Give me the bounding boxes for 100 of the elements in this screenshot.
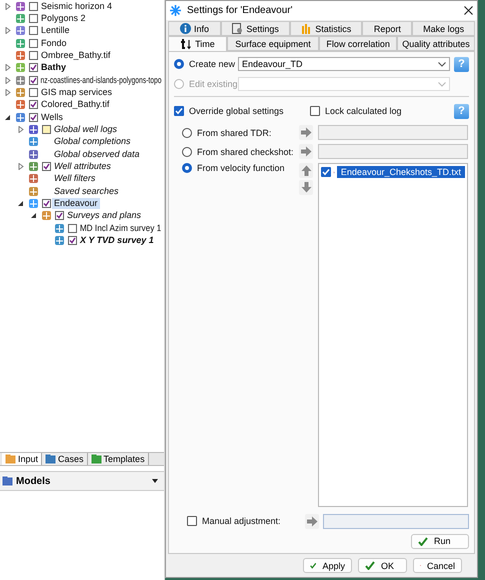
tab[interactable]: Surface equipment	[226, 36, 320, 51]
tree-checkbox[interactable]	[28, 38, 38, 48]
tree-checkbox[interactable]	[28, 88, 38, 97]
chevron-down-icon	[438, 82, 446, 86]
tree-item[interactable]: Lentille	[39, 25, 72, 36]
insert-button[interactable]	[299, 144, 313, 159]
tree-checkbox[interactable]	[28, 76, 38, 85]
run-button[interactable]: Run	[411, 534, 469, 548]
tab[interactable]: Report	[362, 21, 412, 36]
radio-button[interactable]	[182, 128, 192, 138]
tree-item[interactable]: Fondo	[39, 38, 69, 49]
tree-item[interactable]: MD Incl Azim survey 1	[78, 222, 164, 234]
tab[interactable]: Flow correlation	[319, 36, 398, 51]
models-bar[interactable]: Models	[0, 471, 164, 491]
panel-tab[interactable]: Input	[2, 453, 42, 465]
layer-icon	[14, 25, 26, 36]
move-down-button[interactable]	[299, 180, 313, 195]
tab[interactable]: Make logs	[412, 21, 475, 36]
collapsed-arrow-icon[interactable]	[18, 126, 24, 133]
tree-checkbox[interactable]	[28, 14, 38, 23]
tab[interactable]: Settings	[221, 21, 290, 36]
tree-item[interactable]: Global well logs	[52, 124, 120, 135]
layer-icon	[54, 234, 64, 246]
checkbox[interactable]	[310, 106, 320, 116]
tree-item[interactable]: Global observed data	[52, 148, 142, 160]
time-axis-icon	[180, 38, 192, 50]
layer-icon	[28, 148, 38, 160]
dialog-button[interactable]: Cancel	[413, 558, 462, 573]
tree-item[interactable]: Global completions	[52, 136, 133, 148]
radio-button[interactable]	[182, 146, 192, 156]
tree-item[interactable]: Bathy	[39, 62, 68, 74]
insert-button[interactable]	[299, 125, 313, 140]
tree-checkbox[interactable]	[42, 124, 50, 134]
dialog-button[interactable]: OK	[358, 558, 407, 573]
tree-checkbox[interactable]	[42, 162, 50, 171]
arrow-right-icon	[306, 516, 318, 526]
tree-checkbox[interactable]	[28, 2, 38, 11]
panel-tab[interactable]: Cases	[42, 453, 88, 465]
expanded-arrow-icon[interactable]	[18, 200, 24, 207]
tree-item[interactable]: Saved searches	[52, 186, 121, 197]
layer-icon	[28, 124, 38, 135]
source-field[interactable]	[318, 125, 468, 140]
tab[interactable]: Info	[168, 21, 222, 36]
tree-checkbox[interactable]	[28, 63, 38, 72]
arrow-down-icon	[300, 182, 312, 193]
collapsed-arrow-icon[interactable]	[5, 64, 11, 72]
layer-icon	[14, 38, 26, 49]
tree-checkbox[interactable]	[68, 224, 76, 233]
radio-button[interactable]	[182, 163, 192, 173]
insert-button[interactable]	[305, 514, 319, 528]
tree-item[interactable]: nz-coastlines-and-islands-polygons-topo	[39, 74, 164, 86]
gear-icon	[232, 23, 244, 34]
bar-chart-icon	[301, 23, 312, 34]
tree-checkbox[interactable]	[68, 236, 76, 245]
tree-item[interactable]: Wells	[39, 112, 65, 123]
expanded-arrow-icon[interactable]	[5, 114, 11, 121]
collapsed-arrow-icon[interactable]	[18, 162, 24, 170]
tab[interactable]: Time	[168, 36, 227, 51]
list-checkbox[interactable]	[321, 167, 331, 177]
layer-icon	[14, 112, 26, 123]
tree-item[interactable]: Polygons 2	[39, 12, 88, 24]
adjustment-field[interactable]	[323, 514, 469, 528]
arrow-up-icon	[300, 165, 312, 176]
tree-item[interactable]: Colored_Bathy.tif	[39, 99, 112, 110]
dialog-button[interactable]: Apply	[303, 558, 352, 573]
tree-checkbox[interactable]	[28, 112, 38, 122]
checkbox[interactable]	[187, 516, 197, 526]
tree-item[interactable]: X Y TVD survey 1	[78, 234, 156, 246]
name-dropdown[interactable]: Endeavour_TD	[238, 57, 450, 71]
dialog-title: Settings for 'Endeavour'	[187, 5, 294, 16]
tree-item[interactable]: Well attributes	[52, 160, 113, 172]
tree-checkbox[interactable]	[28, 50, 38, 60]
folder-icon	[45, 454, 56, 464]
checkbox[interactable]	[174, 106, 184, 116]
tree-item[interactable]: Well filters	[52, 173, 98, 184]
source-field[interactable]	[318, 144, 468, 159]
arrow-right-icon	[300, 127, 312, 138]
tree-item[interactable]: Seismic horizon 4	[39, 0, 114, 12]
tab[interactable]: Quality attributes	[397, 36, 475, 51]
tree-item[interactable]: Endeavour	[52, 198, 100, 209]
tree-checkbox[interactable]	[28, 26, 38, 36]
tab[interactable]: Statistics	[290, 21, 362, 36]
check-icon	[310, 561, 316, 570]
tree-item[interactable]: Ombree_Bathy.tif	[39, 50, 112, 61]
expanded-arrow-icon[interactable]	[31, 212, 37, 220]
panel-tab[interactable]: Templates	[88, 453, 149, 465]
list-item[interactable]: Endeavour_Chekshots_TD.txt	[336, 166, 465, 178]
move-up-button[interactable]	[299, 163, 313, 178]
tree-checkbox[interactable]	[28, 100, 38, 110]
collapsed-arrow-icon[interactable]	[5, 76, 11, 84]
collapsed-arrow-icon[interactable]	[5, 2, 11, 10]
radio-button[interactable]	[174, 59, 184, 69]
tree-item[interactable]: Surveys and plans	[65, 210, 144, 222]
tree-checkbox[interactable]	[42, 198, 50, 208]
dropdown-arrow-icon[interactable]	[152, 479, 158, 483]
collapsed-arrow-icon[interactable]	[5, 27, 11, 34]
tree-item[interactable]: GIS map services	[39, 86, 114, 98]
check-icon	[418, 536, 428, 546]
collapsed-arrow-icon[interactable]	[5, 88, 11, 96]
tree-checkbox[interactable]	[54, 211, 64, 220]
